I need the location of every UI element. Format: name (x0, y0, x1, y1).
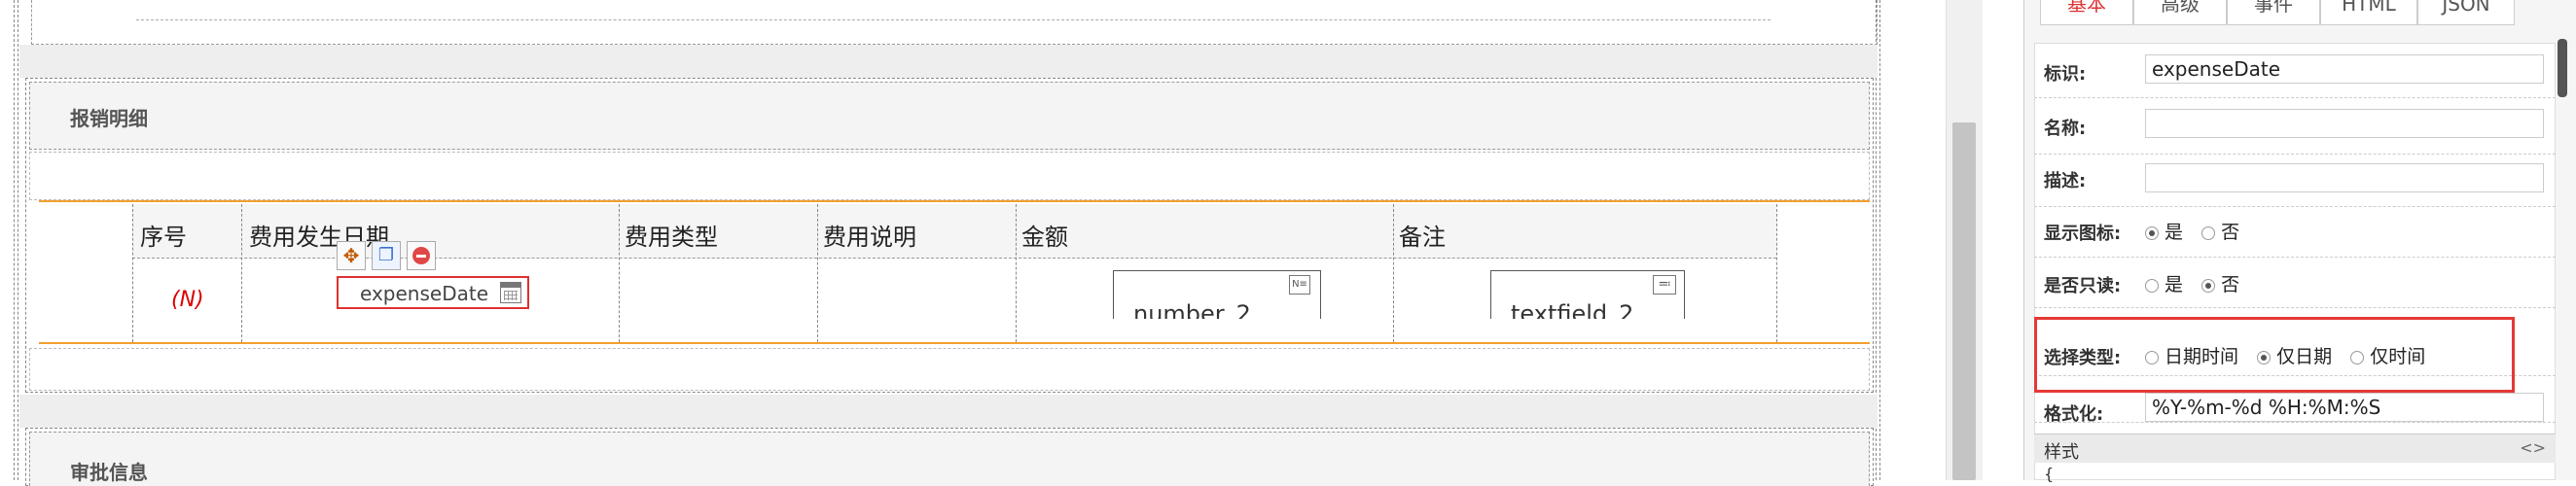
select-type-datetime-label: 日期时间 (2165, 346, 2239, 367)
approval-section-title: 审批信息 (70, 461, 148, 484)
col-header-desc: 费用说明 (823, 224, 916, 251)
canvas-scrollbar[interactable] (1946, 0, 1983, 480)
select-type-label: 选择类型: (2044, 348, 2122, 368)
readonly-label: 是否只读: (2044, 276, 2122, 296)
form-canvas: 报销明细 序号 费用发生日期 费用类型 费用说明 金额 备注 ✥ ❐ (N) e… (0, 0, 1946, 486)
readonly-no-label: 否 (2221, 274, 2240, 295)
readonly-yes-label: 是 (2165, 274, 2184, 295)
panel-tabs: 基本 高级 事件 HTML JSON (2040, 0, 2526, 29)
col-sep (1016, 204, 1017, 342)
textfield-icon: ≕ (1653, 275, 1676, 295)
select-type-date-label: 仅日期 (2276, 346, 2333, 367)
select-type-time-radio[interactable] (2350, 351, 2365, 364)
move-icon[interactable]: ✥ (337, 241, 366, 270)
select-type-datetime-radio[interactable] (2145, 351, 2159, 364)
tab-advanced-label: 高级 (2161, 0, 2200, 16)
format-input[interactable]: %Y-%m-%d %H:%M:%S (2145, 393, 2544, 422)
readonly-yes-radio[interactable] (2145, 279, 2159, 293)
select-type-date-radio[interactable] (2257, 351, 2272, 364)
tab-html-label: HTML (2342, 0, 2396, 16)
tab-events[interactable]: 事件 (2227, 0, 2320, 25)
col-sep (619, 204, 620, 342)
readonly-no-radio[interactable] (2201, 279, 2216, 293)
show-icon-yes-label: 是 (2165, 222, 2184, 243)
col-sep (1776, 204, 1777, 342)
tab-json[interactable]: JSON (2417, 0, 2515, 25)
style-header: 样式 <> (2034, 434, 2556, 463)
style-label: 样式 (2044, 442, 2079, 463)
id-input[interactable]: expenseDate (2145, 54, 2544, 84)
amount-field[interactable]: number_2 N≡ (1113, 270, 1321, 319)
amount-field-label: number_2 (1133, 300, 1251, 319)
prev-section-divider (136, 19, 1771, 20)
show-icon-radio-group: 是 否 (2145, 218, 2253, 244)
delete-icon[interactable] (407, 241, 436, 270)
expense-date-field[interactable]: expenseDate (337, 276, 529, 309)
tab-json-label: JSON (2442, 0, 2490, 16)
show-icon-label: 显示图标: (2044, 224, 2122, 244)
tab-events-label: 事件 (2254, 0, 2293, 16)
readonly-radio-group: 是 否 (2145, 270, 2253, 296)
tab-advanced[interactable]: 高级 (2133, 0, 2227, 25)
show-icon-no-radio[interactable] (2201, 226, 2216, 240)
col-header-remark: 备注 (1399, 224, 1446, 251)
tab-basic-label: 基本 (2067, 0, 2106, 16)
desc-label: 描述: (2044, 171, 2087, 191)
detail-footer-spacer (29, 348, 1870, 391)
show-icon-no-label: 否 (2221, 222, 2240, 243)
canvas-rail (14, 0, 15, 480)
col-sep (132, 204, 133, 342)
name-label: 名称: (2044, 119, 2087, 139)
name-input[interactable] (2145, 109, 2544, 138)
canvas-scrollbar-thumb[interactable] (1952, 122, 1976, 480)
section-gap (19, 45, 1878, 78)
col-sep (817, 204, 818, 342)
remark-field-label: textfield_2 (1511, 300, 1634, 319)
field-toolbar: ✥ ❐ (337, 239, 442, 272)
col-sep (241, 204, 242, 342)
col-sep (1393, 204, 1394, 342)
number-icon: N≡ (1289, 275, 1310, 295)
section-gap (19, 395, 1878, 428)
row-index: (N) (171, 288, 204, 312)
property-panel: 基本 高级 事件 HTML JSON 标识: expenseDate 名称: 描… (2023, 0, 2576, 483)
tab-basic[interactable]: 基本 (2040, 0, 2133, 25)
col-header-amount: 金额 (1021, 224, 1068, 251)
style-editor[interactable]: { (2044, 465, 2054, 483)
code-toggle-icon[interactable]: <> (2520, 438, 2546, 457)
id-label: 标识: (2044, 64, 2087, 85)
show-icon-yes-radio[interactable] (2145, 226, 2159, 240)
format-label: 格式化: (2044, 404, 2104, 425)
select-type-time-label: 仅时间 (2370, 346, 2426, 367)
desc-input[interactable] (2145, 163, 2544, 192)
canvas-rail (1879, 0, 1880, 480)
detail-section-title: 报销明细 (70, 107, 148, 130)
col-header-type: 费用类型 (625, 224, 718, 251)
tab-html[interactable]: HTML (2320, 0, 2417, 25)
detail-spacer (29, 152, 1870, 200)
expense-date-label: expenseDate (360, 282, 488, 305)
panel-scrollbar-thumb[interactable] (2558, 39, 2567, 97)
remark-field[interactable]: textfield_2 ≕ (1490, 270, 1685, 319)
copy-icon[interactable]: ❐ (372, 241, 401, 270)
approval-header (29, 432, 1870, 486)
select-type-radio-group: 日期时间 仅日期 仅时间 (2145, 342, 2439, 368)
detail-header (29, 82, 1870, 150)
col-header-index: 序号 (140, 224, 187, 251)
prev-section-box (31, 0, 1878, 45)
calendar-icon (500, 282, 521, 303)
